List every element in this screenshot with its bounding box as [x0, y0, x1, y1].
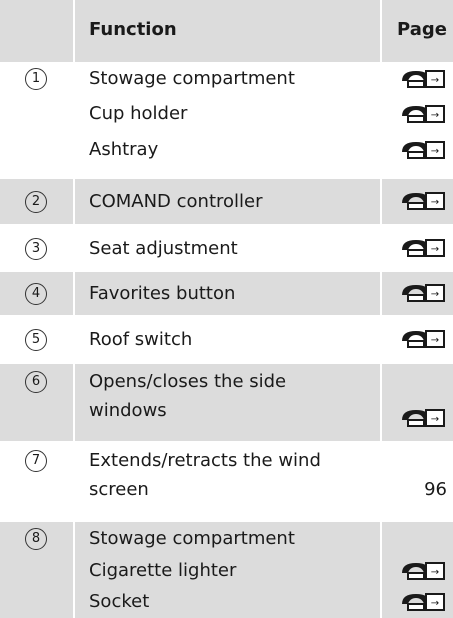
page-reference-icon: →: [402, 284, 445, 302]
svg-text:→: →: [431, 289, 439, 300]
page-reference-icon: →: [402, 330, 445, 348]
function-text: Extends/retracts the wind: [89, 450, 321, 471]
page-reference-icon: →: [402, 70, 445, 88]
function-text: Seat adjustment: [89, 238, 238, 259]
function-text: Opens/closes the side: [89, 371, 287, 392]
svg-text:→: →: [431, 335, 439, 346]
function-text: Cup holder: [89, 103, 188, 124]
header-function: Function: [89, 19, 177, 40]
row-number: 6: [25, 371, 47, 393]
svg-text:→: →: [431, 146, 439, 157]
row-number: 5: [25, 329, 47, 351]
page-reference-icon: →: [402, 192, 445, 210]
function-text: Stowage compartment: [89, 68, 295, 89]
page-reference-icon: →: [402, 141, 445, 159]
table-header: Function Page: [0, 0, 453, 62]
svg-text:→: →: [431, 244, 439, 255]
function-text: screen: [89, 479, 149, 500]
header-page: Page: [397, 19, 447, 40]
svg-text:→: →: [431, 110, 439, 121]
row-number: 2: [25, 191, 47, 213]
table-row: 6 Opens/closes the side windows →: [0, 364, 453, 443]
page-reference-icon: →: [402, 239, 445, 257]
row-number: 3: [25, 238, 47, 260]
function-text: windows: [89, 400, 167, 421]
page-reference-icon: →: [402, 105, 445, 123]
function-text: Ashtray: [89, 139, 159, 160]
page-reference-icon: →: [402, 593, 445, 611]
table-row: 4 Favorites button →: [0, 272, 453, 317]
page-number: 96: [424, 479, 447, 500]
table-row: 5 Roof switch →: [0, 317, 453, 364]
table-row: 8 Stowage compartment Cigarette lighter …: [0, 522, 453, 618]
function-text: Roof switch: [89, 329, 193, 350]
page-reference-icon: →: [402, 409, 445, 427]
table-row: 1 Stowage compartment Cup holder Ashtray…: [0, 62, 453, 179]
svg-text:→: →: [431, 197, 439, 208]
svg-text:→: →: [431, 598, 439, 609]
row-number: 8: [25, 528, 47, 550]
svg-text:→: →: [431, 75, 439, 86]
function-text: Stowage compartment: [89, 528, 295, 549]
svg-text:→: →: [431, 414, 439, 425]
table-row: 2 COMAND controller →: [0, 179, 453, 226]
svg-text:→: →: [431, 567, 439, 578]
row-number: 4: [25, 283, 47, 305]
function-text: Favorites button: [89, 283, 236, 304]
function-text: Socket: [89, 591, 150, 612]
row-number: 1: [25, 68, 47, 90]
row-number: 7: [25, 450, 47, 472]
table-row: 7 Extends/retracts the wind screen 96: [0, 443, 453, 522]
page-reference-icon: →: [402, 562, 445, 580]
function-text: Cigarette lighter: [89, 560, 237, 581]
table-row: 3 Seat adjustment →: [0, 226, 453, 272]
function-text: COMAND controller: [89, 191, 263, 212]
